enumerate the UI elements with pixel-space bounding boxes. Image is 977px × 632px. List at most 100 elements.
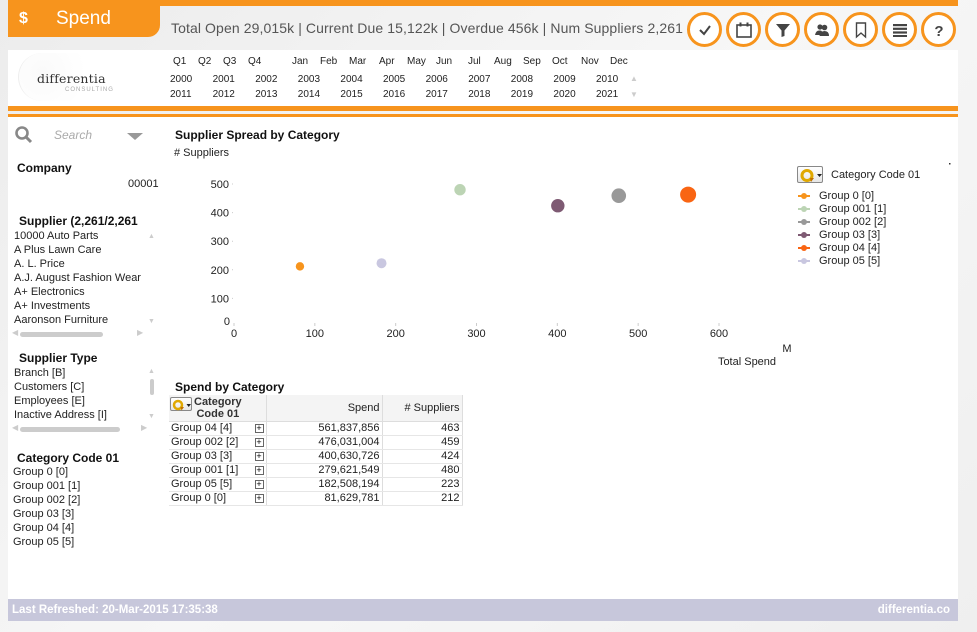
year-option[interactable]: 2001 — [213, 74, 235, 85]
category-cell[interactable]: Group 001 [1] + — [169, 463, 267, 478]
list-item[interactable]: Group 03 [3] — [13, 508, 74, 520]
list-item[interactable]: Inactive Address [I] — [14, 409, 107, 421]
month-option[interactable]: Nov — [581, 56, 599, 67]
expand-icon[interactable]: + — [254, 424, 264, 433]
scroll-down-icon[interactable]: ▼ — [148, 413, 155, 420]
legend-item[interactable]: Group 05 [5] — [798, 255, 880, 267]
quarter-option[interactable]: Q2 — [198, 56, 211, 67]
quarter-option[interactable]: Q1 — [173, 56, 186, 67]
category-name: Group 0 [0] — [171, 492, 227, 504]
month-option[interactable]: Apr — [379, 56, 395, 67]
expand-icon[interactable]: + — [254, 452, 264, 461]
year-option[interactable]: 2017 — [426, 89, 448, 100]
month-option[interactable]: Jun — [436, 56, 452, 67]
year-option[interactable]: 2021 — [596, 89, 618, 100]
table-row[interactable]: Group 001 [1] +279,621,549 480 — [169, 463, 463, 478]
table-row[interactable]: Group 05 [5] +182,508,194 223 — [169, 477, 463, 492]
list-item[interactable]: Group 0 [0] — [13, 466, 68, 478]
category-cell[interactable]: Group 04 [4] + — [169, 421, 267, 436]
list-item[interactable]: Group 05 [5] — [13, 536, 74, 548]
scatter-point[interactable] — [680, 186, 697, 203]
check-button[interactable] — [687, 12, 722, 47]
scatter-point[interactable] — [611, 188, 627, 204]
quarter-option[interactable]: Q4 — [248, 56, 261, 67]
expand-icon[interactable]: + — [254, 438, 264, 447]
year-option[interactable]: 2004 — [340, 74, 362, 85]
year-option[interactable]: 2016 — [383, 89, 405, 100]
legend-item[interactable]: Group 03 [3] — [798, 229, 880, 241]
legend-item[interactable]: Group 001 [1] — [798, 203, 886, 215]
cycle-icon — [172, 399, 191, 411]
expand-icon[interactable]: + — [254, 480, 264, 489]
quarter-option[interactable]: Q3 — [223, 56, 236, 67]
category-name: Group 05 [5] — [171, 478, 233, 490]
column-header-category[interactable]: Category Code 01 — [169, 395, 267, 422]
month-option[interactable]: Jan — [292, 56, 308, 67]
category-cell[interactable]: Group 03 [3] + — [169, 449, 267, 464]
year-option[interactable]: 2003 — [298, 74, 320, 85]
month-option[interactable]: Mar — [349, 56, 366, 67]
month-option[interactable]: Oct — [552, 56, 568, 67]
year-option[interactable]: 2009 — [553, 74, 575, 85]
list-item[interactable]: Group 002 [2] — [13, 494, 80, 506]
table-row[interactable]: Group 04 [4] +561,837,856 463 — [169, 421, 463, 436]
year-option[interactable]: 2010 — [596, 74, 618, 85]
table-row[interactable]: Group 0 [0] +81,629,781 212 — [169, 491, 463, 506]
month-option[interactable]: Feb — [320, 56, 337, 67]
legend-item[interactable]: Group 0 [0] — [798, 190, 874, 202]
year-scroll-down-icon[interactable]: ▼ — [630, 90, 638, 99]
year-scroll-up-icon[interactable]: ▲ — [630, 74, 638, 83]
legend-item[interactable]: Group 04 [4] — [798, 242, 880, 254]
year-option[interactable]: 2020 — [553, 89, 575, 100]
bookmark-button[interactable] — [843, 12, 878, 47]
app-tab[interactable]: $ Spend — [8, 0, 160, 37]
calendar-button[interactable] — [726, 12, 761, 47]
scatter-point[interactable] — [376, 258, 387, 269]
year-option[interactable]: 2008 — [511, 74, 533, 85]
year-option[interactable]: 2005 — [383, 74, 405, 85]
month-option[interactable]: Aug — [494, 56, 512, 67]
expand-icon[interactable]: + — [254, 466, 264, 475]
year-option[interactable]: 2013 — [255, 89, 277, 100]
category-cell[interactable]: Group 05 [5] + — [169, 477, 267, 492]
category-cell[interactable]: Group 002 [2] + — [169, 435, 267, 450]
list-item[interactable]: Employees [E] — [14, 395, 85, 407]
table-row[interactable]: Group 03 [3] +400,630,726 424 — [169, 449, 463, 464]
filter-button[interactable] — [765, 12, 800, 47]
spend-table: Category Code 01 Spend # Suppliers Group … — [169, 395, 463, 506]
vertical-scrollbar-thumb[interactable] — [150, 379, 154, 395]
column-header-suppliers[interactable]: # Suppliers — [382, 395, 463, 422]
month-option[interactable]: May — [407, 56, 426, 67]
users-button[interactable] — [804, 12, 839, 47]
year-option[interactable]: 2006 — [426, 74, 448, 85]
legend-item[interactable]: Group 002 [2] — [798, 216, 886, 228]
scatter-point[interactable] — [295, 262, 305, 271]
cycle-group-button[interactable] — [170, 396, 192, 411]
table-row[interactable]: Group 002 [2] +476,031,004 459 — [169, 435, 463, 450]
expand-icon[interactable]: + — [254, 494, 264, 503]
footer-brand[interactable]: differentia.co — [878, 604, 950, 616]
month-option[interactable]: Jul — [468, 56, 481, 67]
month-option[interactable]: Dec — [610, 56, 628, 67]
year-option[interactable]: 2012 — [213, 89, 235, 100]
scatter-point[interactable] — [551, 199, 565, 213]
category-cell[interactable]: Group 0 [0] + — [169, 491, 267, 506]
scatter-point[interactable] — [454, 184, 466, 196]
help-button[interactable]: ? — [921, 12, 956, 47]
year-option[interactable]: 2011 — [170, 89, 192, 100]
list-item[interactable]: Group 04 [4] — [13, 522, 74, 534]
column-header-spend[interactable]: Spend — [266, 395, 383, 422]
list-item[interactable]: Group 001 [1] — [13, 480, 80, 492]
year-option[interactable]: 2018 — [468, 89, 490, 100]
year-option[interactable]: 2002 — [255, 74, 277, 85]
supplier-type-hscrollbar[interactable]: ◀ ▶ — [12, 423, 147, 432]
year-option[interactable]: 2019 — [511, 89, 533, 100]
cycle-group-button[interactable] — [797, 166, 823, 183]
year-option[interactable]: 2014 — [298, 89, 320, 100]
month-option[interactable]: Sep — [523, 56, 541, 67]
menu-button[interactable] — [882, 12, 917, 47]
year-option[interactable]: 2007 — [468, 74, 490, 85]
list-item[interactable]: Customers [C] — [14, 381, 84, 393]
year-option[interactable]: 2015 — [340, 89, 362, 100]
year-option[interactable]: 2000 — [170, 74, 192, 85]
